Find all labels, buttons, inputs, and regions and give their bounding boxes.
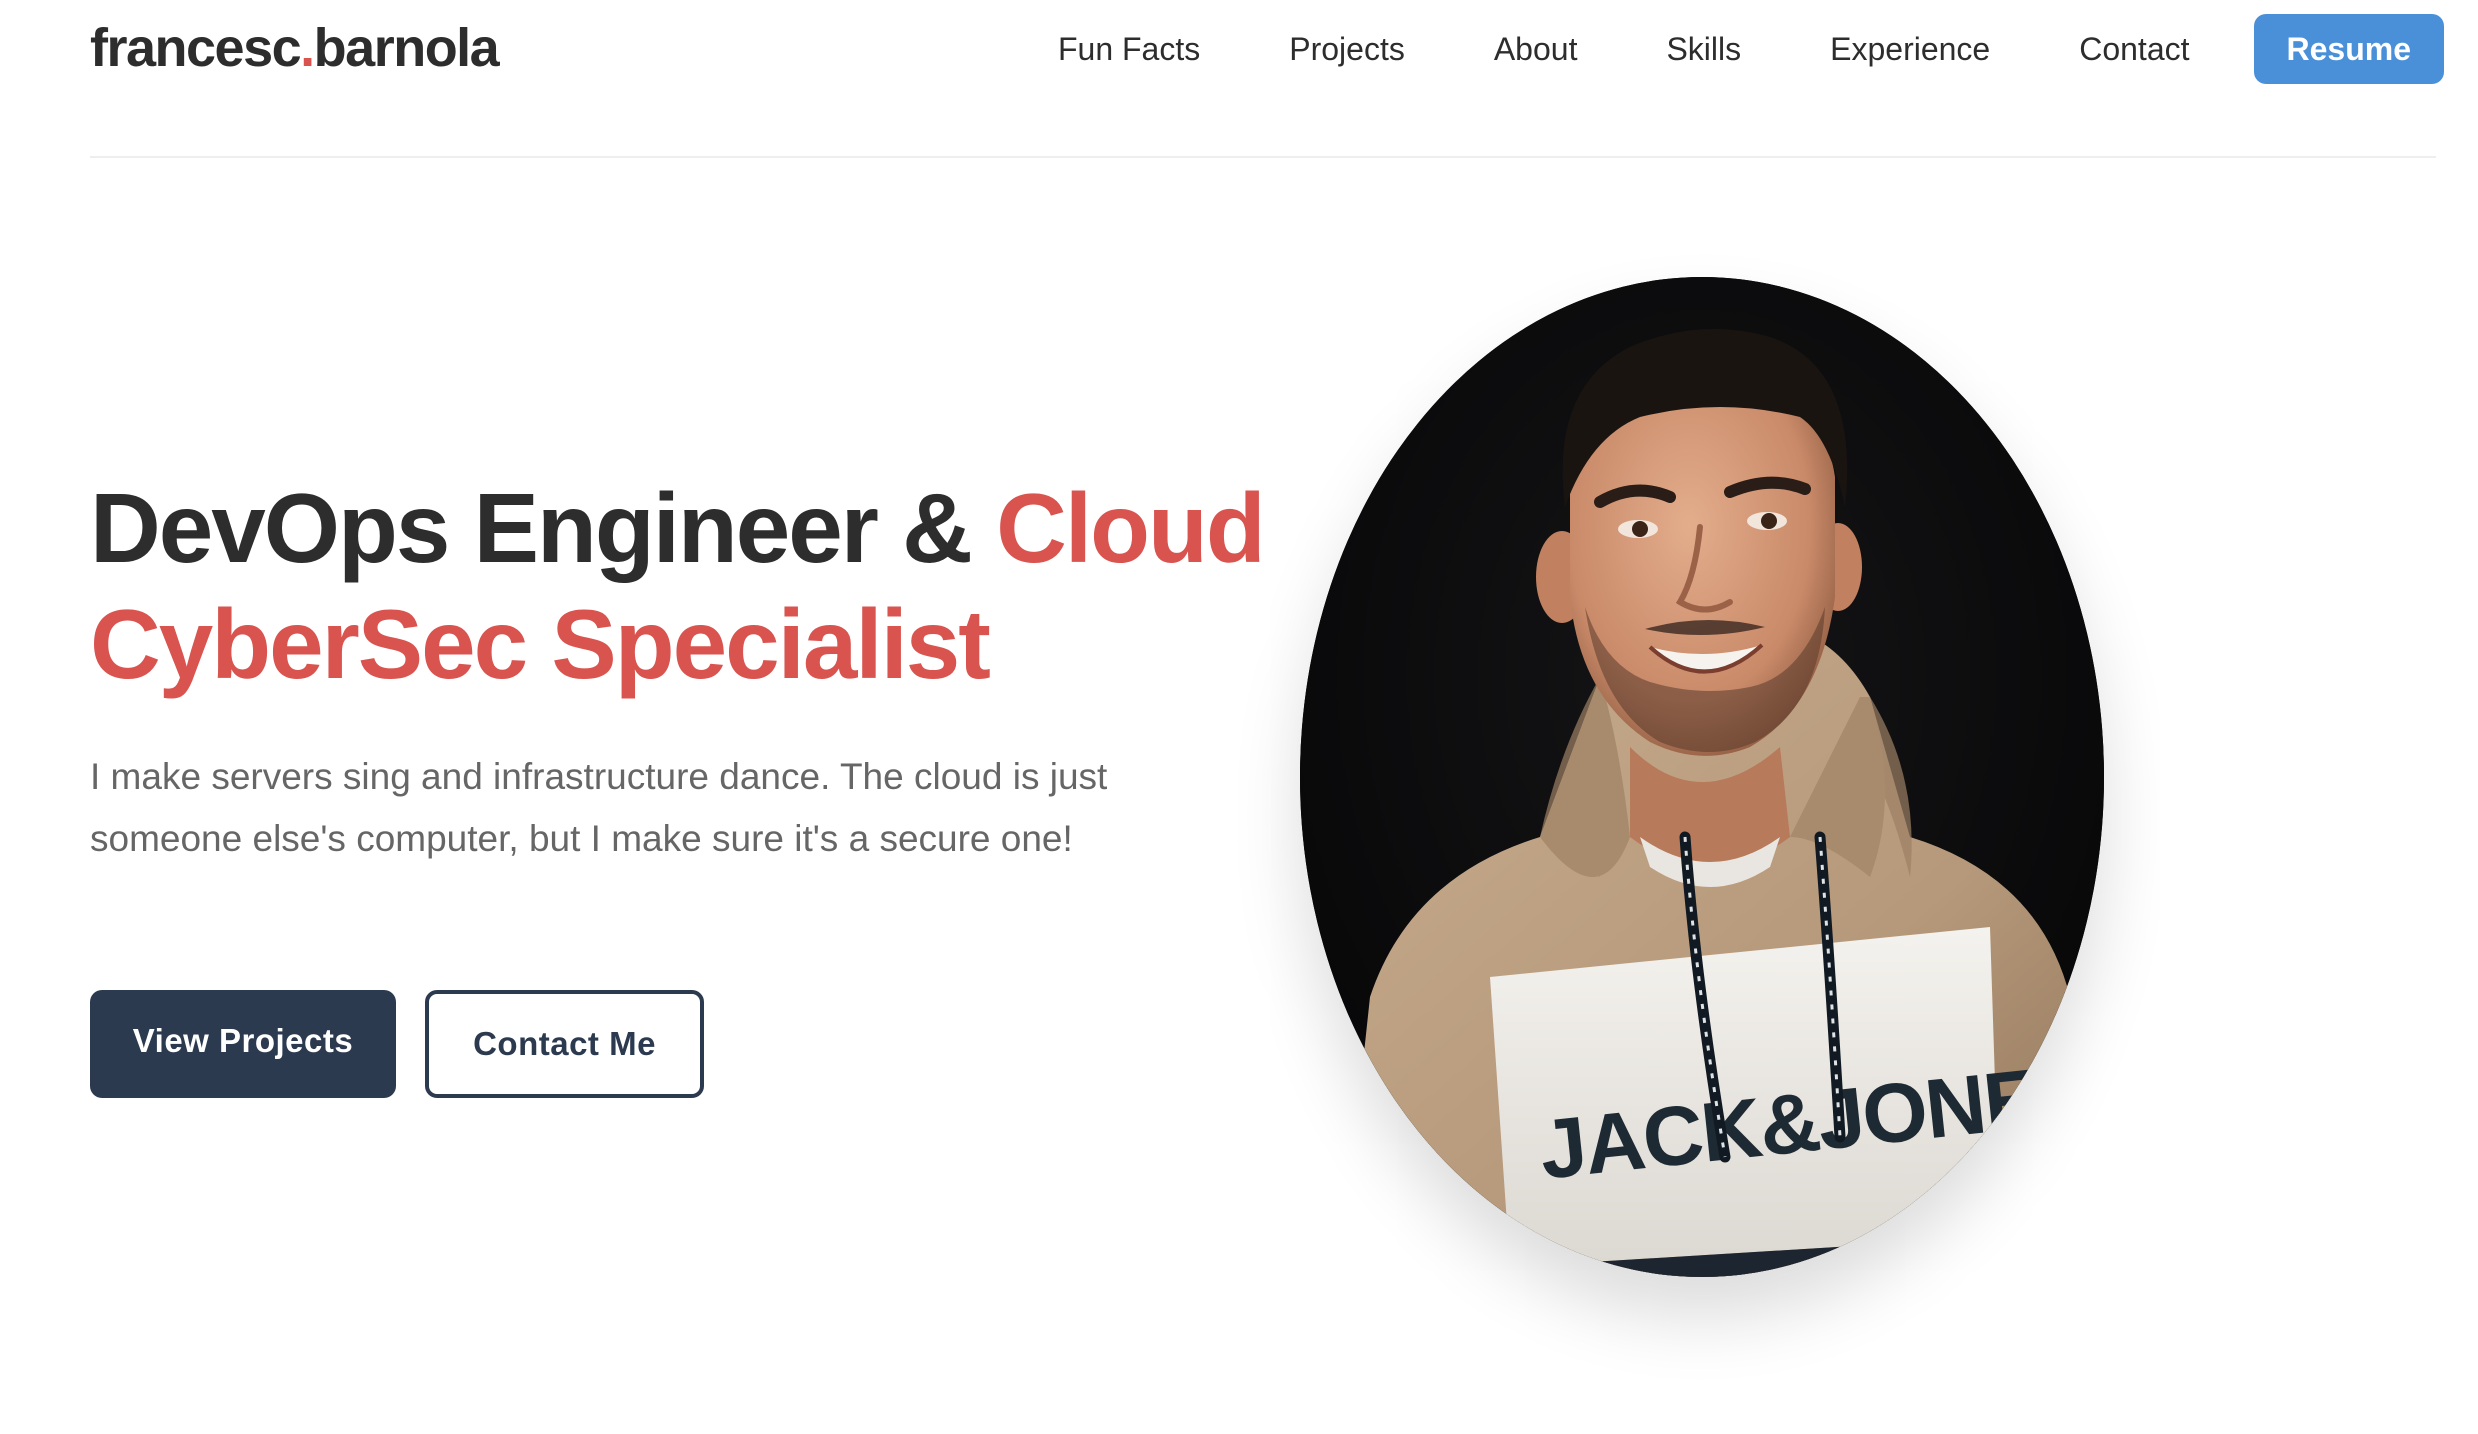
nav-link-skills[interactable]: Skills (1666, 31, 1741, 68)
header-divider (90, 156, 2436, 158)
contact-me-button[interactable]: Contact Me (425, 990, 704, 1098)
logo-last-name: barnola (313, 18, 500, 78)
nav-link-projects[interactable]: Projects (1289, 31, 1405, 68)
nav-link-experience[interactable]: Experience (1830, 31, 1990, 68)
logo-dot: . (300, 18, 315, 78)
hero-description: I make servers sing and infrastructure d… (90, 756, 1108, 859)
hero-title: DevOps Engineer & Cloud CyberSec Special… (90, 470, 1270, 702)
logo-first-name: francesc (90, 18, 302, 78)
nav-link-about[interactable]: About (1494, 31, 1578, 68)
main-nav: Fun Facts Projects About Skills Experien… (1058, 14, 2444, 84)
page: francesc.barnola Fun Facts Projects Abou… (0, 0, 2478, 1434)
view-projects-button[interactable]: View Projects (90, 990, 396, 1098)
nav-link-fun-facts[interactable]: Fun Facts (1058, 31, 1200, 68)
site-logo[interactable]: francesc.barnola (90, 16, 500, 80)
nav-link-contact[interactable]: Contact (2079, 31, 2189, 68)
resume-button[interactable]: Resume (2253, 14, 2444, 84)
profile-photo: JACK&JONES (1300, 277, 2104, 1277)
hero-title-plain: DevOps Engineer & (90, 473, 997, 583)
